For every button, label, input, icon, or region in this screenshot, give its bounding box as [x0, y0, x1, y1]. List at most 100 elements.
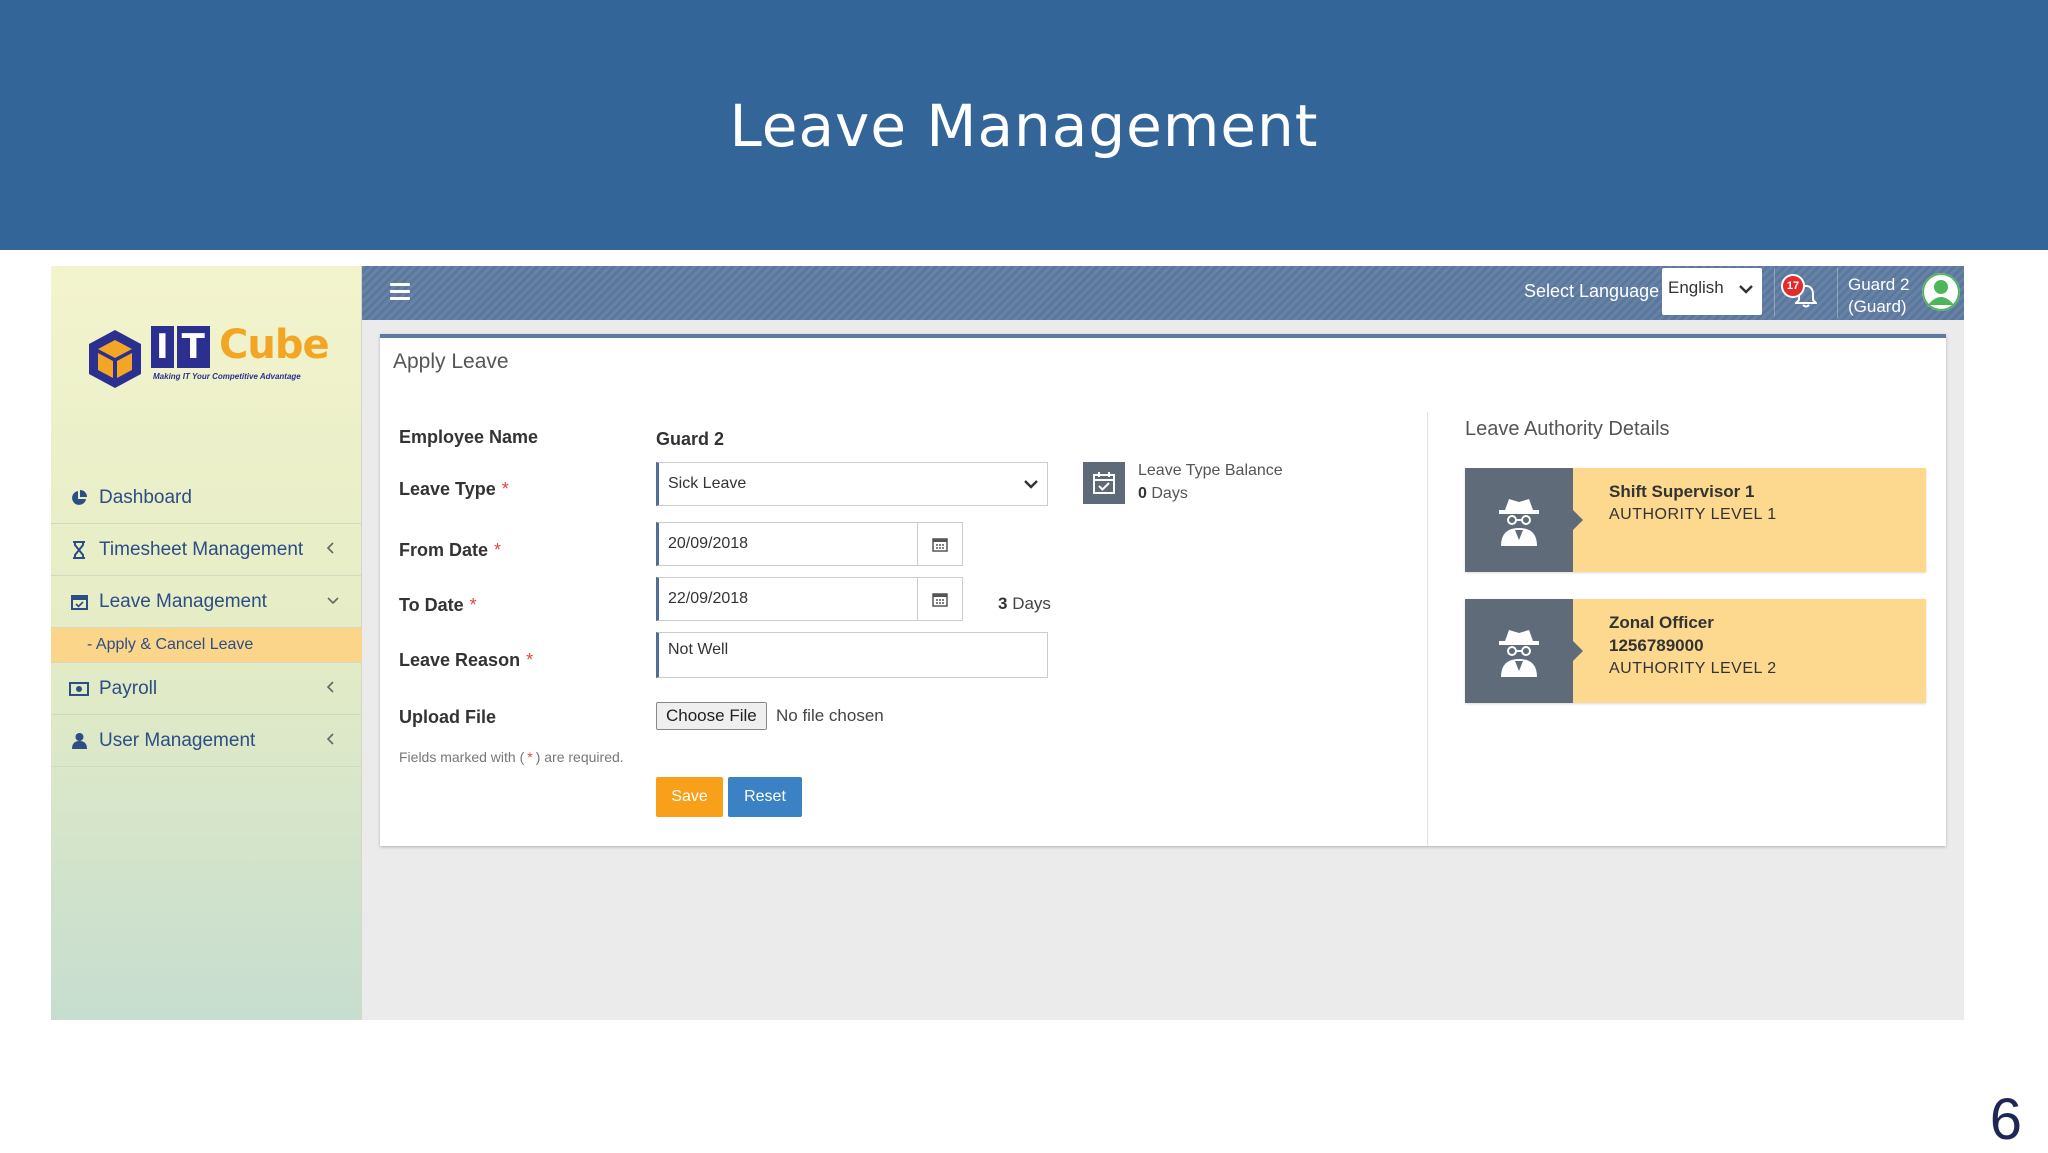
calendar-check-icon [1083, 462, 1125, 504]
balance-value: 0 Days [1138, 485, 1188, 503]
sidebar-item-payroll[interactable]: Payroll [51, 663, 362, 715]
balance-number: 0 [1138, 485, 1147, 502]
sidebar-item-dashboard[interactable]: Dashboard [51, 472, 362, 524]
leave-type-value: Sick Leave [668, 475, 747, 492]
logo-tagline: Making IT Your Competitive Advantage [153, 372, 301, 381]
authority-icon-box [1465, 468, 1583, 572]
choose-file-button[interactable]: Choose File [656, 702, 767, 730]
logo-cube-text: Cube [219, 322, 330, 368]
user-role-text: (Guard) [1848, 297, 1907, 316]
chevron-left-icon [326, 680, 340, 694]
user-avatar-icon [1922, 273, 1960, 311]
chevron-left-icon [326, 732, 340, 746]
required-fields-note: Fields marked with (*) are required. [399, 749, 624, 765]
from-date-value: 20/09/2018 [668, 535, 749, 552]
from-date-input[interactable]: 20/09/2018 [656, 522, 918, 566]
to-date-label-text: To Date [399, 595, 464, 615]
chevron-down-icon [1024, 480, 1038, 489]
authority-text: Zonal Officer 1256789000 AUTHORITY LEVEL… [1609, 611, 1777, 680]
slide-page-number: 6 [1989, 1087, 2022, 1152]
sidebar-item-label: Timesheet Management [99, 538, 304, 560]
upload-file-label: Upload File [399, 707, 497, 727]
sidebar-item-label: Dashboard [99, 486, 192, 508]
itcube-logo[interactable]: I T Cube Making IT Your Competitive Adva… [87, 322, 330, 396]
from-date-calendar-button[interactable] [917, 522, 963, 566]
select-language-label: Select Language [1524, 281, 1660, 301]
hamburger-menu-icon[interactable] [390, 283, 410, 301]
required-asterisk: * [501, 479, 509, 499]
from-date-label: From Date * [399, 540, 501, 561]
leave-type-label-text: Leave Type [399, 479, 496, 499]
chevron-left-icon [326, 541, 340, 555]
spy-agent-icon [1499, 499, 1539, 546]
slide-title: Leave Management [729, 92, 1319, 160]
logo-it-blocks: I T [151, 326, 210, 368]
balance-label: Leave Type Balance [1138, 462, 1283, 479]
notifications-button[interactable]: 17 [1774, 268, 1824, 316]
logo-letter-t: T [176, 326, 210, 368]
authority-name: Zonal Officer [1609, 613, 1714, 632]
calendar-icon [932, 538, 948, 552]
topbar: Select Language English 17 Guard 2 (Guar… [362, 266, 1964, 320]
sidebar: I T Cube Making IT Your Competitive Adva… [51, 266, 362, 1020]
authority-name: Shift Supervisor 1 [1609, 482, 1755, 501]
authority-id: 1256789000 [1609, 636, 1704, 655]
slide-header: Leave Management [0, 0, 2048, 250]
money-icon [69, 679, 89, 699]
sidebar-item-label: User Management [99, 729, 256, 751]
sidebar-item-timesheet[interactable]: Timesheet Management [51, 524, 362, 576]
language-select[interactable]: English [1662, 268, 1762, 315]
app-window: I T Cube Making IT Your Competitive Adva… [51, 266, 1964, 1020]
sidebar-item-label: Payroll [99, 677, 158, 699]
authority-text: Shift Supervisor 1 AUTHORITY LEVEL 1 [1609, 480, 1777, 526]
card-title: Apply Leave [393, 350, 509, 373]
days-unit: Days [1012, 594, 1051, 613]
user-name: Guard 2 (Guard) [1848, 274, 1909, 318]
to-date-label: To Date * [399, 595, 477, 616]
leave-reason-label: Leave Reason * [399, 650, 533, 671]
sidebar-nav: Dashboard Timesheet Management Leave Man… [51, 472, 362, 767]
leave-type-label: Leave Type * [399, 479, 509, 500]
leave-reason-textarea[interactable]: Not Well [656, 632, 1048, 678]
leave-type-balance: Leave Type Balance 0 Days [1083, 462, 1333, 512]
user-menu[interactable]: Guard 2 (Guard) [1837, 268, 1960, 318]
leave-reason-label-text: Leave Reason [399, 650, 521, 670]
column-divider [1427, 412, 1428, 846]
logo-letter-i: I [151, 326, 174, 368]
avatar [1922, 273, 1960, 311]
authority-level: AUTHORITY LEVEL 2 [1609, 660, 1777, 677]
to-date-calendar-button[interactable] [917, 577, 963, 621]
leave-type-select[interactable]: Sick Leave [656, 462, 1048, 506]
required-asterisk: * [494, 540, 502, 560]
sidebar-subitem-apply-cancel-leave[interactable]: - Apply & Cancel Leave [51, 628, 362, 663]
save-button[interactable]: Save [656, 777, 723, 817]
language-value: English [1668, 278, 1724, 297]
reset-button[interactable]: Reset [728, 777, 802, 817]
sidebar-item-user-management[interactable]: User Management [51, 715, 362, 767]
authority-icon-box [1465, 599, 1583, 703]
no-file-chosen-text: No file chosen [776, 706, 884, 725]
from-date-label-text: From Date [399, 540, 489, 560]
cube-logo-icon [89, 330, 141, 388]
authority-card-1: Shift Supervisor 1 AUTHORITY LEVEL 1 [1465, 468, 1926, 572]
user-name-text: Guard 2 [1848, 275, 1910, 294]
sidebar-item-label: Leave Management [99, 590, 267, 612]
employee-name-value: Guard 2 [656, 429, 725, 449]
calendar-icon [69, 592, 89, 612]
note-text-before: Fields marked with ( [399, 749, 525, 765]
spy-agent-icon [1499, 630, 1539, 677]
notification-badge: 17 [1781, 274, 1805, 298]
employee-name-label: Employee Name [399, 427, 539, 447]
leave-authority-title: Leave Authority Details [1465, 418, 1670, 440]
required-asterisk: * [469, 595, 477, 615]
apply-leave-card: Apply Leave Employee Name Guard 2 Leave … [380, 334, 1946, 846]
note-star: * [527, 749, 533, 765]
calendar-icon [932, 593, 948, 607]
leave-reason-value: Not Well [668, 641, 729, 658]
sidebar-item-leave-management[interactable]: Leave Management [51, 576, 362, 628]
days-number: 3 [998, 594, 1008, 613]
to-date-input[interactable]: 22/09/2018 [656, 577, 918, 621]
leave-days-count: 3 Days [998, 594, 1051, 614]
note-text-after: ) are required. [535, 749, 624, 765]
authority-card-2: Zonal Officer 1256789000 AUTHORITY LEVEL… [1465, 599, 1926, 703]
